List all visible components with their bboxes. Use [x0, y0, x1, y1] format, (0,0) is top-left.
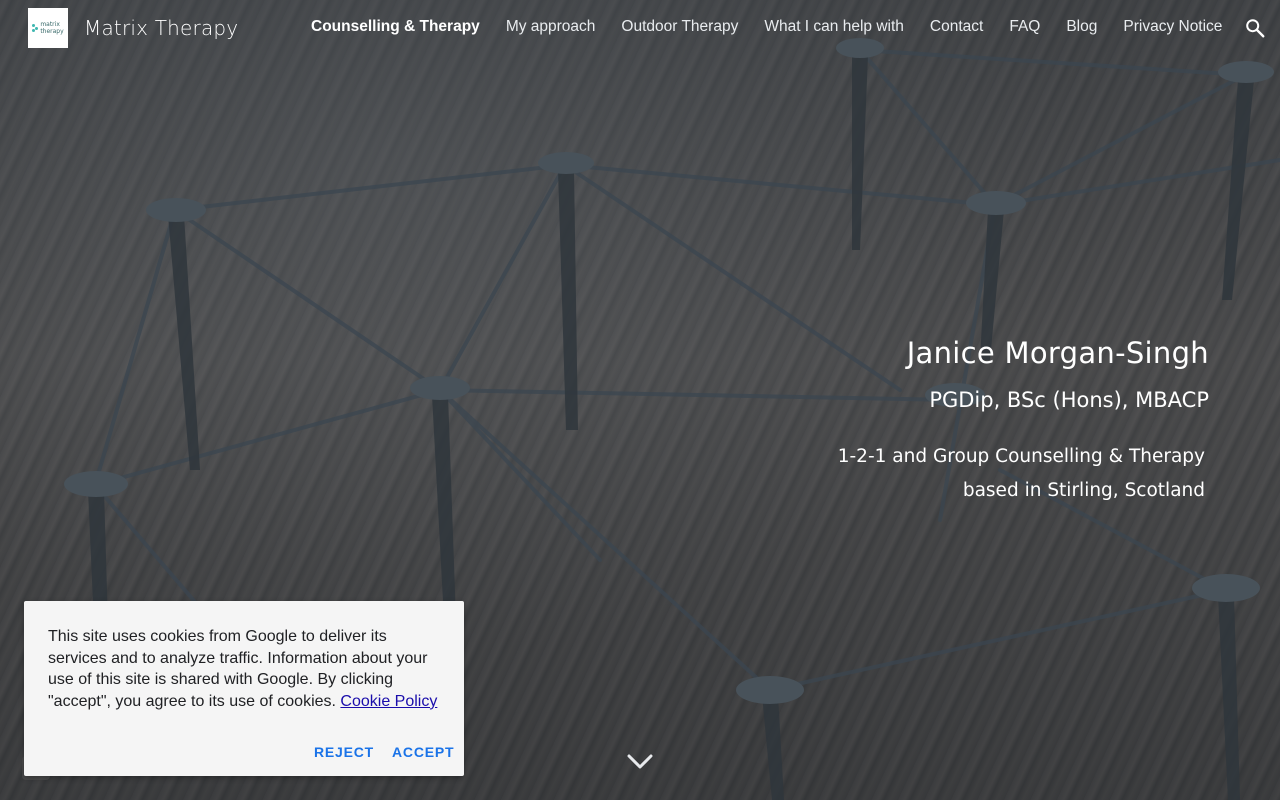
- hero-description-line2: based in Stirling, Scotland: [962, 480, 1205, 501]
- nav-item-contact[interactable]: Contact: [930, 18, 983, 36]
- nav-item-my-approach[interactable]: My approach: [506, 18, 596, 36]
- nav-item-outdoor-therapy[interactable]: Outdoor Therapy: [621, 18, 738, 36]
- hero-description-line1: 1-2-1 and Group Counselling & Therapy: [837, 446, 1205, 467]
- accept-button[interactable]: ACCEPT: [392, 744, 454, 760]
- chevron-down-icon[interactable]: [626, 752, 654, 772]
- site-title[interactable]: Matrix Therapy: [84, 16, 238, 40]
- hero-description: 1-2-1 and Group Counselling & Therapy ba…: [838, 440, 1205, 508]
- hero-text: Janice Morgan-Singh PGDip, BSc (Hons), M…: [838, 336, 1209, 508]
- cookie-text-block: This site uses cookies from Google to de…: [48, 626, 444, 712]
- logo-text-line1: matrix: [40, 21, 60, 28]
- nav-item-faq[interactable]: FAQ: [1009, 18, 1040, 36]
- site-header: matrix therapy Matrix Therapy Counsellin…: [0, 0, 1280, 56]
- hero-qualifications: PGDip, BSc (Hons), MBACP: [929, 388, 1209, 412]
- logo-dots-icon: [32, 24, 39, 32]
- cookie-policy-link[interactable]: Cookie Policy: [340, 693, 437, 710]
- search-icon[interactable]: [1244, 17, 1266, 39]
- nav-item-privacy-notice[interactable]: Privacy Notice: [1123, 18, 1222, 36]
- cookie-banner: This site uses cookies from Google to de…: [24, 601, 464, 776]
- reject-button[interactable]: REJECT: [314, 744, 374, 760]
- logo-text-line2: therapy: [40, 28, 64, 35]
- hero-name: Janice Morgan-Singh: [906, 336, 1209, 370]
- site-logo[interactable]: matrix therapy: [28, 8, 68, 48]
- nav-item-what-i-can-help-with[interactable]: What I can help with: [764, 18, 904, 36]
- nav-item-blog[interactable]: Blog: [1066, 18, 1097, 36]
- main-nav: Counselling & Therapy My approach Outdoo…: [311, 18, 1248, 36]
- nav-item-counselling-therapy[interactable]: Counselling & Therapy: [311, 18, 480, 36]
